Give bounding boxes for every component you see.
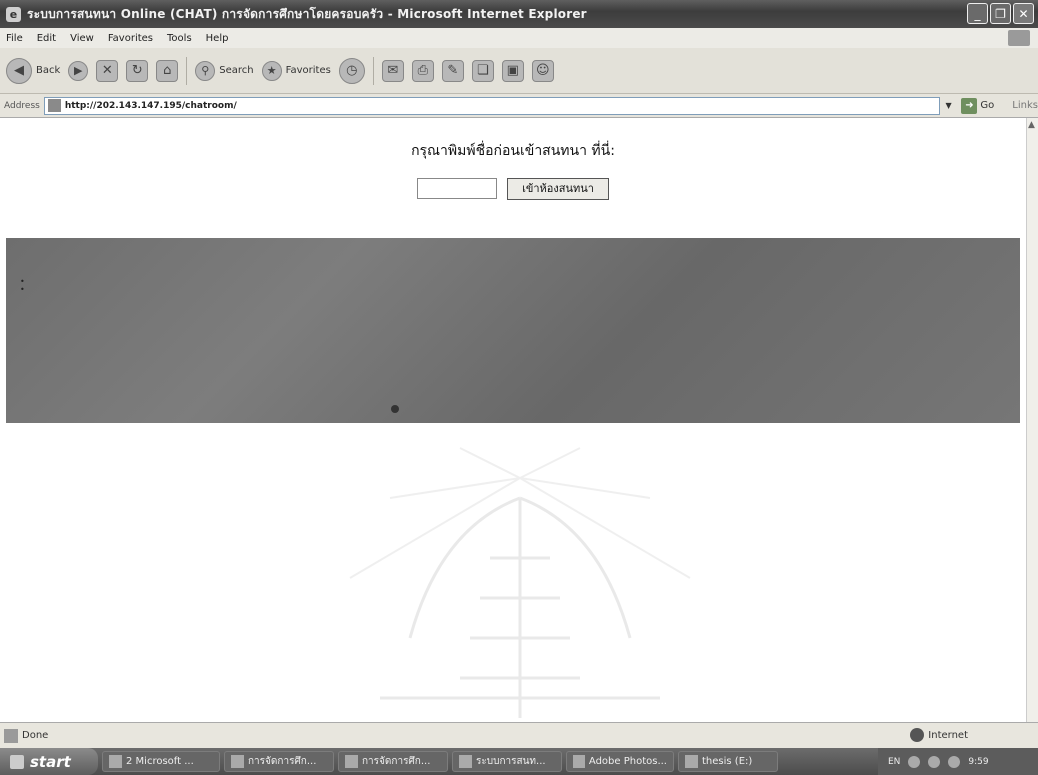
- back-button[interactable]: ◀ Back: [6, 57, 61, 84]
- back-arrow-icon: ◀: [6, 57, 32, 84]
- windows-logo-icon: [1008, 30, 1030, 46]
- page-status-icon: [4, 728, 18, 743]
- taskbar-item[interactable]: 2 Microsoft ...: [102, 751, 220, 772]
- address-field[interactable]: http://202.143.147.195/chatroom/: [43, 96, 940, 115]
- menu-tools[interactable]: Tools: [167, 33, 192, 44]
- zone-label: Internet: [928, 729, 968, 741]
- window-controls: _ ❐ ✕: [967, 3, 1034, 24]
- taskbar-item-label: ระบบการสนท...: [476, 756, 546, 767]
- windows-flag-icon: [10, 754, 24, 769]
- go-label: Go: [980, 100, 995, 111]
- go-arrow-icon: ➜: [961, 97, 978, 114]
- address-dropdown-icon[interactable]: ▼: [942, 97, 956, 115]
- taskbar-item-label: การจัดการศึก...: [248, 756, 317, 767]
- vertical-scrollbar[interactable]: ▲: [1026, 118, 1038, 722]
- name-prompt: กรุณาพิมพ์ชื่อก่อนเข้าสนทนา ที่นี่:: [411, 143, 615, 159]
- info-panel: [6, 238, 1020, 423]
- security-icon[interactable]: [948, 755, 961, 768]
- photoshop-icon: [573, 755, 585, 768]
- menu-favorites[interactable]: Favorites: [108, 33, 153, 44]
- taskbar-item-label: thesis (E:): [702, 756, 753, 767]
- research-icon[interactable]: ▣: [501, 59, 524, 82]
- volume-icon[interactable]: [928, 755, 941, 768]
- name-input[interactable]: [417, 178, 497, 199]
- taskbar-item-label: 2 Microsoft ...: [126, 756, 194, 767]
- go-button[interactable]: ➜ Go: [961, 97, 995, 114]
- toolbar-separator: [372, 56, 374, 85]
- back-label: Back: [36, 65, 61, 76]
- forward-arrow-icon: ▶: [68, 60, 89, 81]
- menu-edit[interactable]: Edit: [37, 33, 56, 44]
- status-text: Done: [22, 730, 49, 741]
- page-content: กรุณาพิมพ์ชื่อก่อนเข้าสนทนา ที่นี่: เข้า…: [0, 118, 1026, 722]
- home-icon[interactable]: ⌂: [156, 59, 179, 82]
- status-bar: Done Internet: [0, 722, 1038, 748]
- start-label: start: [30, 752, 71, 771]
- rules-list: [20, 277, 1010, 294]
- search-icon: ⚲: [195, 60, 216, 81]
- messenger-icon[interactable]: ☺: [531, 59, 554, 82]
- maximize-button[interactable]: ❐: [990, 3, 1011, 24]
- clock: 9:59: [968, 756, 989, 767]
- language-indicator[interactable]: EN: [888, 757, 900, 767]
- scroll-up-icon[interactable]: ▲: [1028, 120, 1038, 132]
- address-url: http://202.143.147.195/chatroom/: [64, 100, 237, 111]
- history-icon[interactable]: ◷: [338, 57, 365, 84]
- security-zone: Internet: [910, 728, 968, 742]
- taskbar-item[interactable]: Adobe Photos...: [566, 751, 674, 772]
- discuss-icon[interactable]: ❏: [471, 59, 494, 82]
- search-label: Search: [219, 65, 254, 76]
- search-button[interactable]: ⚲ Search: [195, 60, 254, 81]
- favorites-label: Favorites: [285, 65, 331, 76]
- refresh-icon[interactable]: ↻: [126, 59, 149, 82]
- network-icon[interactable]: [908, 755, 921, 768]
- browser-window: e ระบบการสนทนา Online (CHAT) การจัดการศึ…: [0, 0, 1038, 748]
- stop-icon[interactable]: ✕: [96, 59, 119, 82]
- menu-bar: File Edit View Favorites Tools Help: [0, 28, 1038, 48]
- ie-icon: [231, 755, 244, 768]
- globe-icon: [910, 728, 925, 742]
- links-button[interactable]: Links: [1012, 100, 1038, 111]
- taskbar-item[interactable]: การจัดการศึก...: [338, 751, 448, 772]
- minimize-button[interactable]: _: [967, 3, 988, 24]
- taskbar-item[interactable]: ระบบการสนท...: [452, 751, 562, 772]
- taskbar: start 2 Microsoft ... การจัดการศึก... กา…: [0, 748, 1038, 775]
- page-icon: [47, 99, 61, 112]
- menu-view[interactable]: View: [70, 33, 94, 44]
- word-icon: [109, 755, 122, 768]
- ie-icon: [345, 755, 358, 768]
- mail-icon[interactable]: ✉: [381, 59, 404, 82]
- taskbar-item[interactable]: thesis (E:): [678, 751, 778, 772]
- credit-logo-icon: [391, 405, 399, 413]
- folder-icon: [685, 755, 698, 768]
- university-watermark-icon: [349, 447, 691, 718]
- address-bar: Address http://202.143.147.195/chatroom/…: [0, 94, 1038, 118]
- taskbar-item[interactable]: การจัดการศึก...: [224, 751, 334, 772]
- window-title: ระบบการสนทนา Online (CHAT) การจัดการศึกษ…: [27, 6, 587, 21]
- system-tray: EN 9:59: [878, 748, 1038, 775]
- star-icon: ★: [261, 60, 282, 81]
- taskbar-item-label: Adobe Photos...: [588, 756, 667, 767]
- menu-file[interactable]: File: [6, 33, 23, 44]
- ie-icon: e: [6, 6, 21, 22]
- forward-button[interactable]: ▶: [68, 60, 89, 81]
- toolbar: ◀ Back ▶ ✕ ↻ ⌂ ⚲ Search ★ Favorites ◷ ✉ …: [0, 48, 1038, 94]
- enter-chatroom-button[interactable]: เข้าห้องสนทนา: [507, 178, 609, 200]
- edit-icon[interactable]: ✎: [441, 59, 464, 82]
- start-button[interactable]: start: [0, 748, 98, 775]
- favorites-button[interactable]: ★ Favorites: [261, 60, 331, 81]
- menu-help[interactable]: Help: [206, 33, 229, 44]
- taskbar-item-label: การจัดการศึก...: [362, 756, 431, 767]
- toolbar-separator: [186, 56, 188, 85]
- ie-icon: [459, 755, 472, 768]
- address-label: Address: [4, 100, 40, 111]
- close-button[interactable]: ✕: [1013, 3, 1034, 24]
- print-icon[interactable]: ⎙: [411, 59, 434, 82]
- title-bar[interactable]: e ระบบการสนทนา Online (CHAT) การจัดการศึ…: [0, 0, 1038, 28]
